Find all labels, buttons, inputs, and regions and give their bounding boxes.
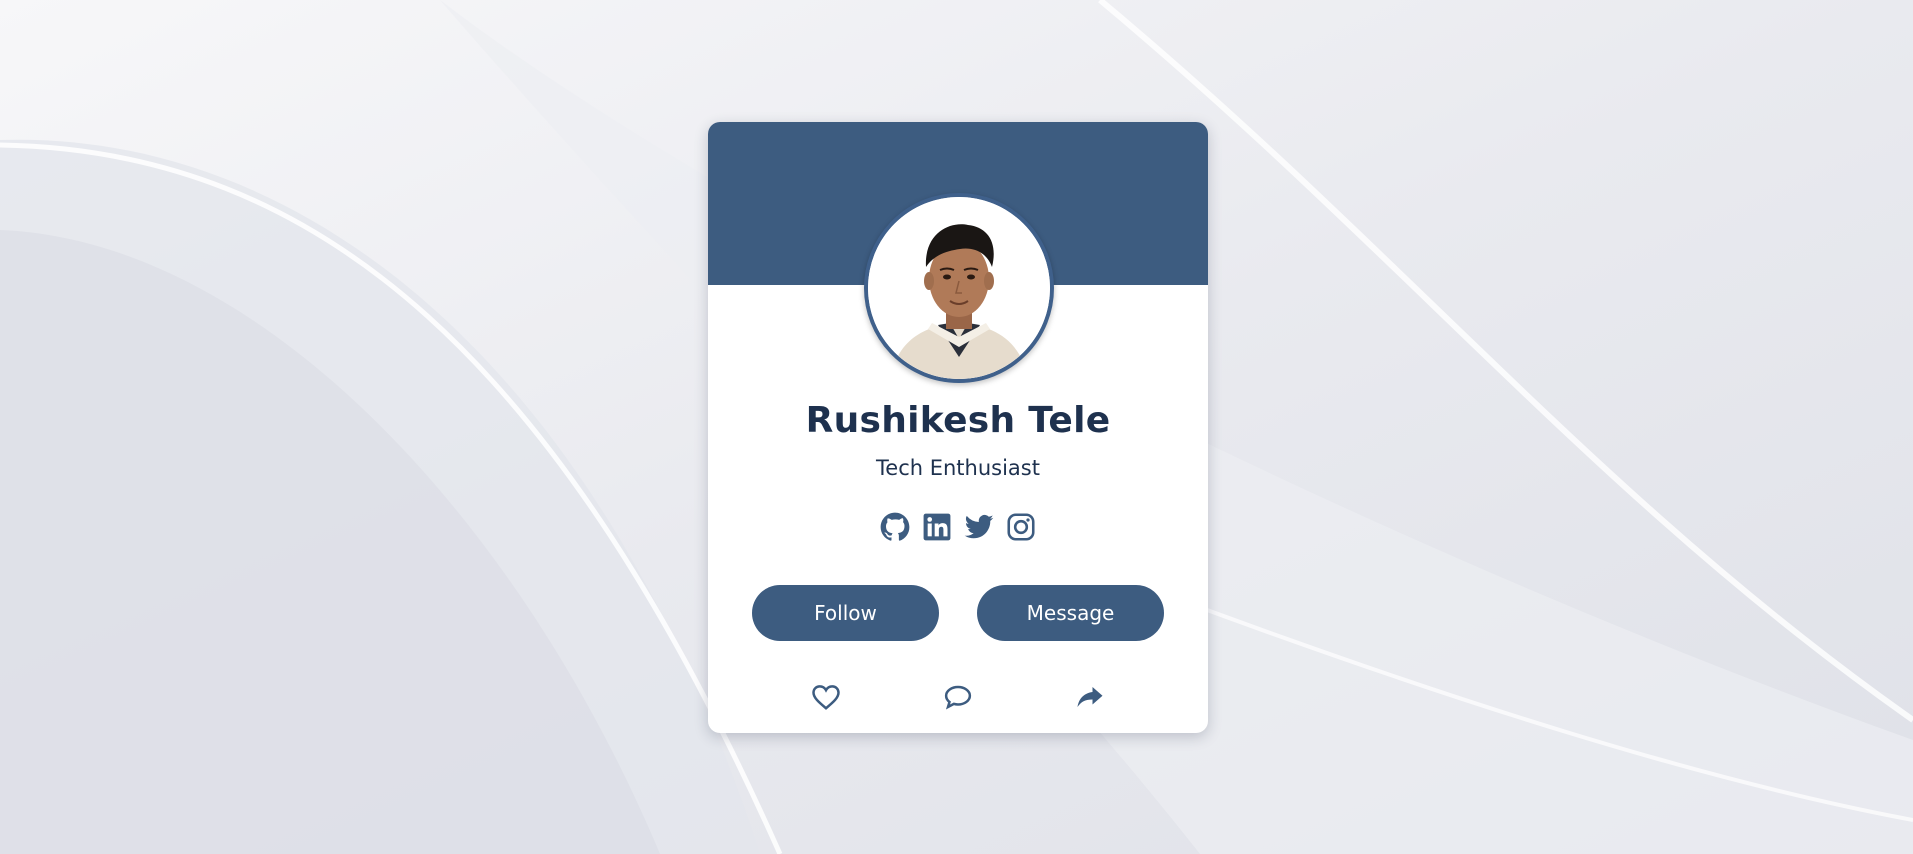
- profile-title: Tech Enthusiast: [876, 456, 1040, 480]
- follow-button[interactable]: Follow: [752, 585, 939, 641]
- heart-icon[interactable]: [809, 680, 843, 714]
- social-links: [708, 511, 1208, 543]
- github-icon[interactable]: [879, 511, 911, 543]
- linkedin-icon[interactable]: [921, 511, 953, 543]
- instagram-icon[interactable]: [1005, 511, 1037, 543]
- twitter-icon[interactable]: [963, 511, 995, 543]
- reaction-bar: [708, 680, 1208, 714]
- profile-photo: [868, 197, 1050, 379]
- profile-card: Rushikesh Tele Tech Enthusiast Follow Me…: [708, 122, 1208, 733]
- avatar: [864, 193, 1054, 383]
- profile-name: Rushikesh Tele: [805, 400, 1111, 441]
- message-button[interactable]: Message: [977, 585, 1164, 641]
- share-icon[interactable]: [1073, 680, 1107, 714]
- comment-icon[interactable]: [941, 680, 975, 714]
- action-buttons: Follow Message: [752, 585, 1164, 641]
